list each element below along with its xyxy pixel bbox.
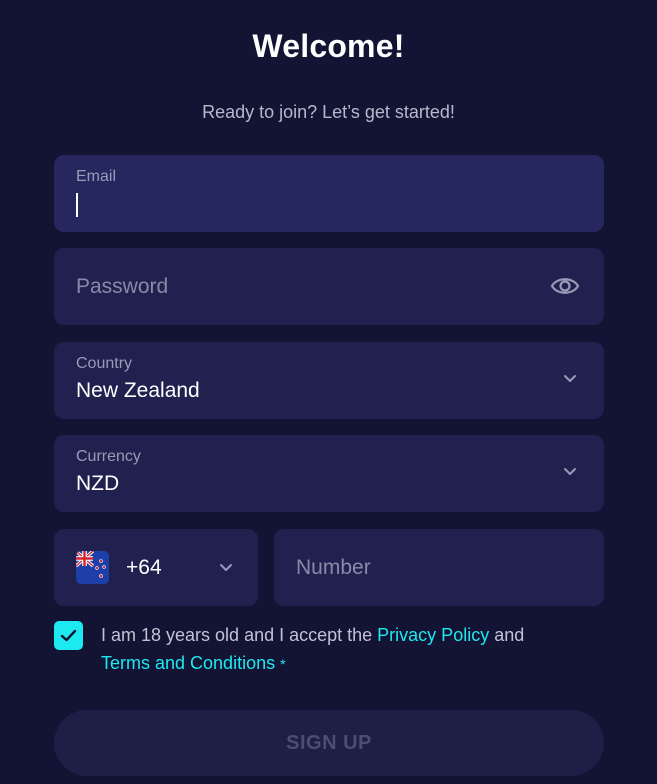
- currency-label: Currency: [76, 448, 141, 465]
- text-caret: [76, 193, 78, 217]
- nz-flag-icon: [76, 551, 109, 584]
- checkmark-icon: [60, 629, 77, 642]
- consent-text: I am 18 years old and I accept the Priva…: [101, 621, 581, 678]
- terms-link[interactable]: Terms and Conditions: [101, 653, 275, 673]
- required-marker: *: [280, 656, 286, 672]
- phone-number-input[interactable]: Number: [274, 529, 604, 606]
- privacy-policy-link[interactable]: Privacy Policy: [377, 625, 489, 645]
- phone-code-select[interactable]: +64: [54, 529, 258, 606]
- page-subtitle: Ready to join? Let’s get started!: [202, 102, 455, 122]
- signup-page: Welcome! Ready to join? Let’s get starte…: [0, 0, 657, 784]
- currency-value: NZD: [76, 472, 120, 495]
- show-password-icon[interactable]: [550, 272, 580, 300]
- country-select[interactable]: Country New Zealand: [54, 342, 604, 419]
- country-label: Country: [76, 355, 133, 372]
- password-placeholder: Password: [76, 275, 169, 298]
- chevron-down-icon: [218, 559, 234, 575]
- email-label: Email: [76, 168, 117, 185]
- phone-code-value: +64: [126, 556, 162, 579]
- chevron-down-icon: [562, 370, 578, 386]
- consent-checkbox[interactable]: [54, 621, 83, 650]
- phone-number-placeholder: Number: [296, 556, 371, 579]
- email-field[interactable]: Email: [54, 155, 604, 232]
- consent-text-between: and: [489, 625, 525, 645]
- consent-text-start: I am 18 years old and I accept the: [101, 625, 378, 645]
- page-title: Welcome!: [252, 28, 405, 64]
- currency-select[interactable]: Currency NZD: [54, 435, 604, 512]
- chevron-down-icon: [562, 463, 578, 479]
- sign-up-button[interactable]: SIGN UP: [54, 710, 604, 776]
- password-field[interactable]: Password: [54, 248, 604, 325]
- country-value: New Zealand: [76, 379, 200, 402]
